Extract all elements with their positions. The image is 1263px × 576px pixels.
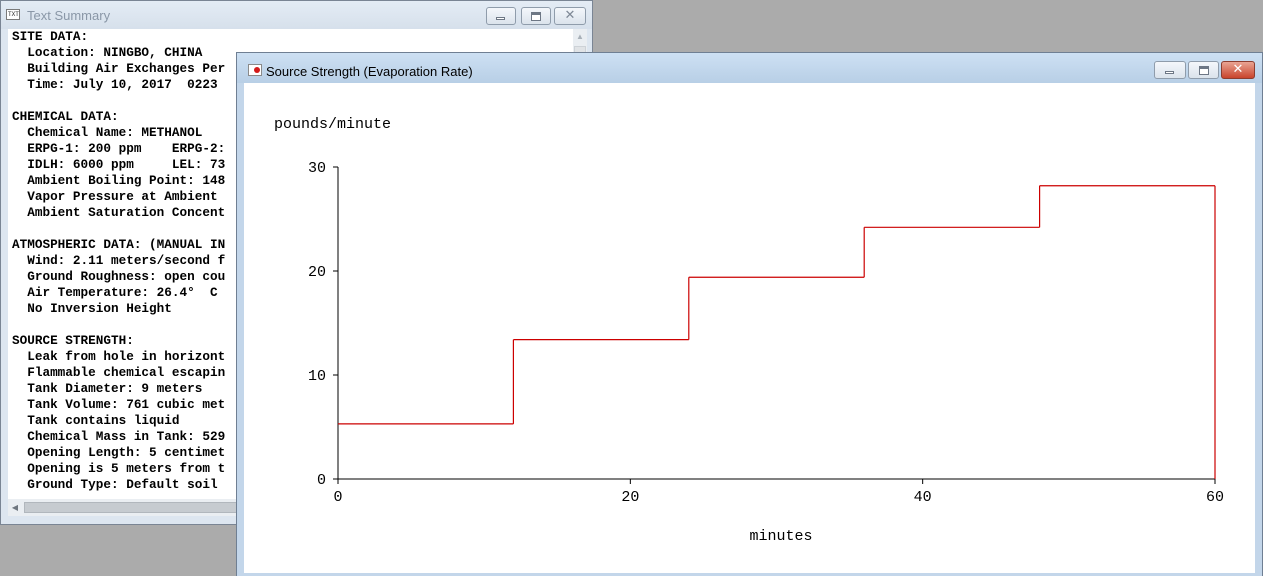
maximize-icon xyxy=(522,8,550,24)
close-icon: ✕ xyxy=(1232,62,1244,77)
scrollbar-thumb[interactable] xyxy=(24,502,238,513)
y-tick-label: 10 xyxy=(308,368,326,385)
text-document-icon: TXT xyxy=(6,9,20,20)
scroll-left-icon[interactable]: ◀ xyxy=(8,499,22,516)
minimize-button[interactable] xyxy=(1154,61,1186,79)
maximize-button[interactable] xyxy=(1188,61,1219,79)
window-title: Source Strength (Evaporation Rate) xyxy=(266,64,473,79)
title-bar[interactable]: Source Strength (Evaporation Rate) ✕ xyxy=(237,53,1262,83)
y-tick-label: 30 xyxy=(308,160,326,177)
minimize-icon xyxy=(1155,62,1185,78)
close-button[interactable]: ✕ xyxy=(554,7,586,25)
chart-area: pounds/minute minutes 0 20 40 60 0 10 20 30 xyxy=(244,83,1255,573)
close-icon: ✕ xyxy=(564,8,576,23)
y-tick-label: 0 xyxy=(317,472,326,489)
horizontal-scrollbar[interactable]: ◀ xyxy=(8,499,238,516)
close-button[interactable]: ✕ xyxy=(1221,61,1255,79)
minimize-button[interactable] xyxy=(486,7,516,25)
maximize-icon xyxy=(1189,62,1218,78)
title-bar[interactable]: TXT Text Summary ✕ xyxy=(1,1,592,29)
chart-window-icon xyxy=(248,64,262,76)
x-tick-label: 40 xyxy=(914,489,932,506)
x-tick-label: 60 xyxy=(1206,489,1224,506)
source-strength-window[interactable]: Source Strength (Evaporation Rate) ✕ pou… xyxy=(236,52,1263,576)
y-tick-label: 20 xyxy=(308,264,326,281)
x-tick-label: 0 xyxy=(333,489,342,506)
evaporation-rate-chart: pounds/minute minutes 0 20 40 60 0 10 20 30 xyxy=(274,116,1224,545)
scroll-up-icon[interactable]: ▲ xyxy=(573,29,587,45)
x-tick-label: 20 xyxy=(621,489,639,506)
y-axis-label: pounds/minute xyxy=(274,116,391,133)
minimize-icon xyxy=(487,8,515,24)
maximize-button[interactable] xyxy=(521,7,551,25)
window-title: Text Summary xyxy=(27,8,111,23)
x-axis-label: minutes xyxy=(749,528,812,545)
